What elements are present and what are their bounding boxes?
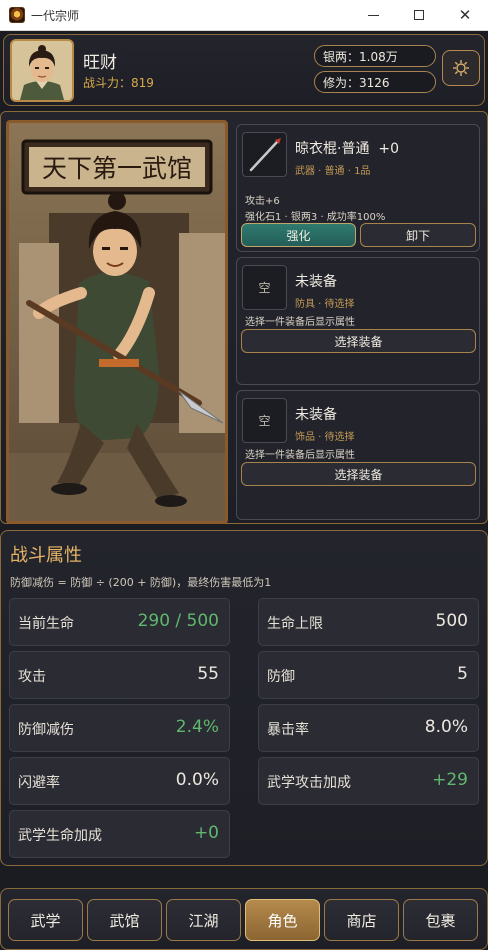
attr-dodge-rate: 闪避率 0.0% <box>9 757 230 805</box>
weapon-enhance-cost: 强化石1 · 银两3 · 成功率100% <box>245 212 386 223</box>
character-illustration: 天下第一武馆 <box>9 123 225 521</box>
attr-label: 闪避率 <box>18 775 60 791</box>
window-controls: ✕ <box>350 0 488 31</box>
attr-label: 当前生命 <box>18 616 74 632</box>
weapon-slot-icon[interactable] <box>242 132 287 177</box>
battle-attributes: 战斗属性 防御减伤 = 防御 ÷ (200 + 防御)，最终伤害最低为1 当前生… <box>0 530 488 866</box>
attr-label: 生命上限 <box>267 616 323 632</box>
player-name: 旺财 <box>83 53 117 73</box>
attr-defense: 防御 5 <box>258 651 479 699</box>
accessory-slot-icon[interactable]: 空 <box>242 398 287 443</box>
armor-slot: 空 未装备 防具 · 待选择 选择一件装备后显示属性 选择装备 <box>236 257 480 385</box>
weapon-name: 晾衣棍·普通 +0 <box>295 138 399 158</box>
attr-label: 防御减伤 <box>18 722 74 738</box>
attr-attack: 攻击 55 <box>9 651 230 699</box>
attr-label: 武学生命加成 <box>18 828 102 844</box>
armor-name: 未装备 <box>295 274 337 290</box>
accessory-hint: 选择一件装备后显示属性 <box>245 450 355 461</box>
nav-martial-arts[interactable]: 武学 <box>8 899 83 941</box>
accessory-subtitle: 饰品 · 待选择 <box>295 432 355 443</box>
weapon-level: +0 <box>378 141 399 157</box>
minimize-button[interactable] <box>350 0 396 31</box>
accessory-name: 未装备 <box>295 407 337 423</box>
weapon-stat: 攻击+6 <box>245 196 280 207</box>
avatar[interactable] <box>10 39 74 102</box>
silver-pill: 银两：1.08万 <box>314 45 436 67</box>
cultivation-pill: 修为：3126 <box>314 71 436 93</box>
character-section: 天下第一武馆 晾衣棍·普通 +0 武器 · 普通 · 1品 攻击+6 强化石1 … <box>0 111 488 524</box>
character-portrait: 天下第一武馆 <box>6 120 228 524</box>
combat-power-label: 战斗力： <box>83 76 132 90</box>
nav-jianghu[interactable]: 江湖 <box>166 899 241 941</box>
window-title: 一代宗师 <box>31 8 80 23</box>
attr-damage-reduction: 防御减伤 2.4% <box>9 704 230 752</box>
attr-value: 290 / 500 <box>137 611 219 631</box>
maximize-icon <box>414 10 424 20</box>
nav-character[interactable]: 角色 <box>245 899 320 941</box>
nav-dojo[interactable]: 武馆 <box>87 899 162 941</box>
attributes-formula: 防御减伤 = 防御 ÷ (200 + 防御)，最终伤害最低为1 <box>10 576 272 589</box>
attr-martial-hp-bonus: 武学生命加成 +0 <box>9 810 230 858</box>
attr-martial-attack-bonus: 武学攻击加成 +29 <box>258 757 479 805</box>
attributes-title: 战斗属性 <box>10 545 82 566</box>
close-icon: ✕ <box>458 5 472 24</box>
close-button[interactable]: ✕ <box>442 0 488 31</box>
bottom-nav: 武学 武馆 江湖 角色 商店 包裹 <box>0 888 488 950</box>
unequip-button[interactable]: 卸下 <box>360 223 476 247</box>
window-titlebar: 一代宗师 ✕ <box>0 0 488 31</box>
armor-hint: 选择一件装备后显示属性 <box>245 317 355 328</box>
attr-max-hp: 生命上限 500 <box>258 598 479 646</box>
gear-icon <box>453 60 469 76</box>
maximize-button[interactable] <box>396 0 442 31</box>
minimize-icon <box>367 14 379 16</box>
player-header: 旺财 战斗力：819 银两：1.08万 修为：3126 <box>3 34 485 106</box>
armor-slot-icon[interactable]: 空 <box>242 265 287 310</box>
attr-value: 55 <box>197 664 219 684</box>
app-icon <box>9 7 25 23</box>
combat-power: 战斗力：819 <box>83 74 154 91</box>
attr-value: +0 <box>193 823 219 843</box>
attr-crit-rate: 暴击率 8.0% <box>258 704 479 752</box>
accessory-select-button[interactable]: 选择装备 <box>241 462 476 486</box>
nav-shop[interactable]: 商店 <box>324 899 399 941</box>
avatar-portrait <box>12 41 72 100</box>
attr-current-hp: 当前生命 290 / 500 <box>9 598 230 646</box>
weapon-slot: 晾衣棍·普通 +0 武器 · 普通 · 1品 攻击+6 强化石1 · 银两3 ·… <box>236 124 480 252</box>
attr-label: 暴击率 <box>267 722 309 738</box>
nav-bag[interactable]: 包裹 <box>403 899 478 941</box>
settings-button[interactable] <box>442 50 480 86</box>
armor-select-button[interactable]: 选择装备 <box>241 329 476 353</box>
attr-value: 0.0% <box>175 770 219 790</box>
attr-label: 武学攻击加成 <box>267 775 351 791</box>
attr-value: 8.0% <box>424 717 468 737</box>
attr-label: 防御 <box>267 669 295 685</box>
attr-value: 2.4% <box>175 717 219 737</box>
attr-value: 5 <box>457 664 468 684</box>
accessory-slot: 空 未装备 饰品 · 待选择 选择一件装备后显示属性 选择装备 <box>236 390 480 520</box>
sign-text: 天下第一武馆 <box>42 154 192 183</box>
combat-power-value: 819 <box>131 76 154 90</box>
enhance-button[interactable]: 强化 <box>241 223 356 247</box>
attr-value: +29 <box>432 770 468 790</box>
armor-subtitle: 防具 · 待选择 <box>295 299 355 310</box>
attr-value: 500 <box>435 611 468 631</box>
weapon-subtitle: 武器 · 普通 · 1品 <box>295 166 371 177</box>
staff-icon <box>249 137 281 171</box>
attr-label: 攻击 <box>18 669 46 685</box>
weapon-name-text: 晾衣棍·普通 <box>295 141 370 157</box>
